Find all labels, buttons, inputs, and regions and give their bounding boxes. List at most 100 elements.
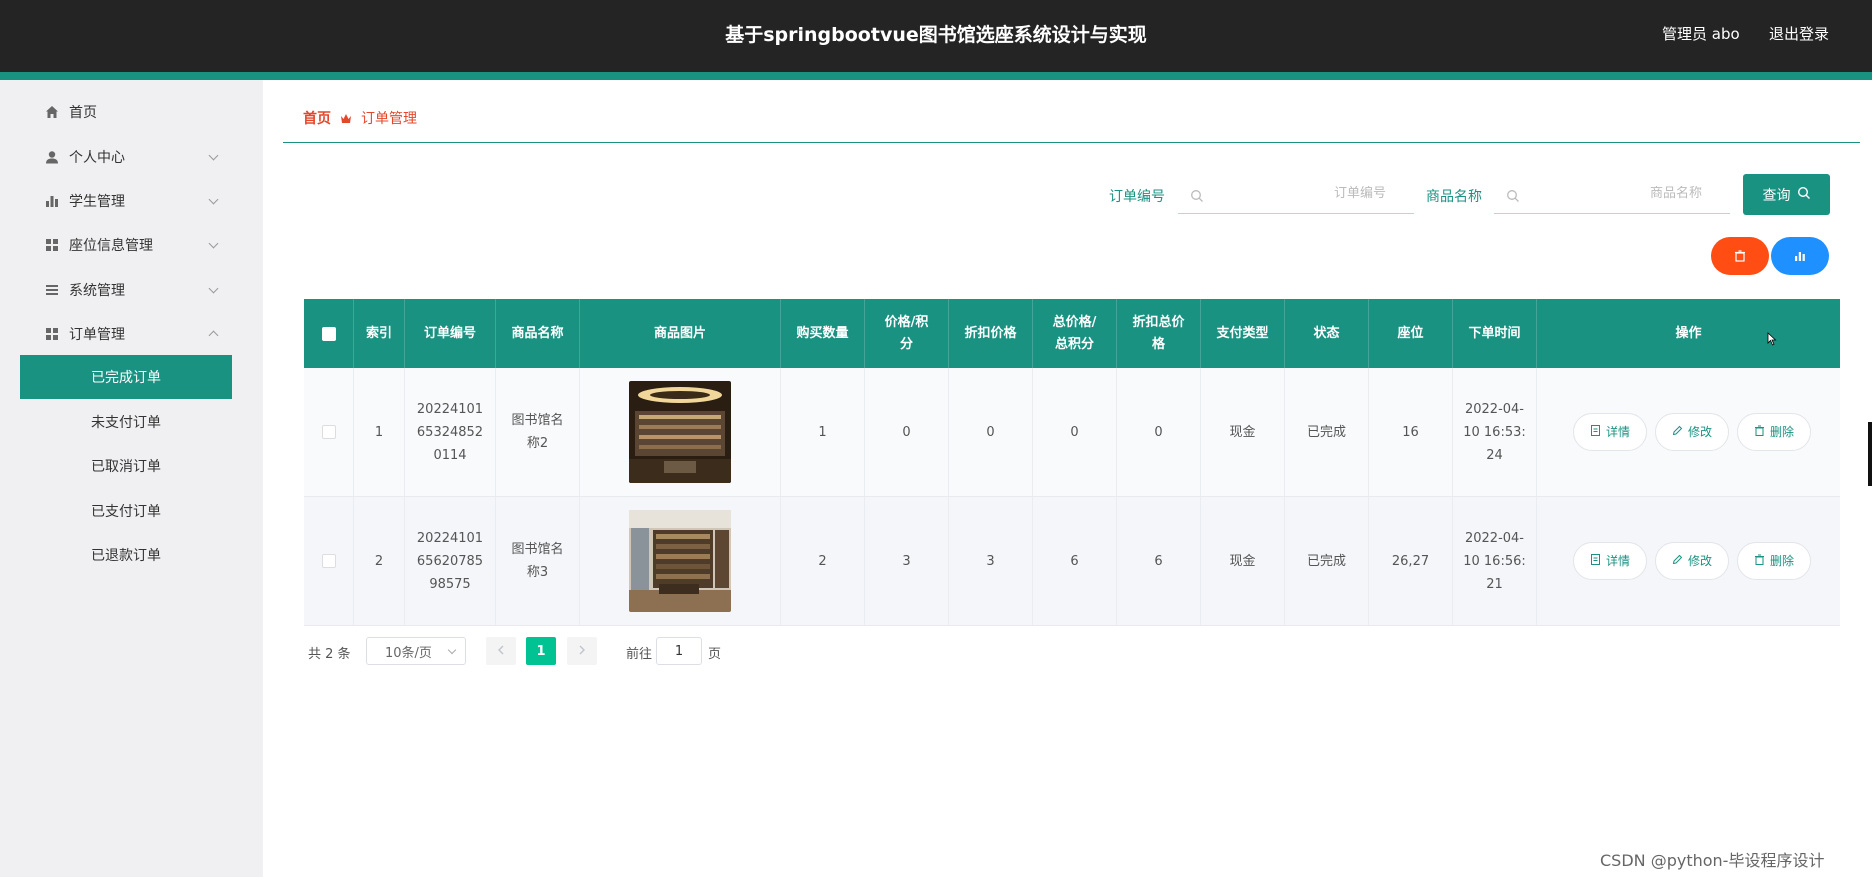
detail-button[interactable]: 详情	[1573, 542, 1647, 580]
list-icon	[44, 282, 60, 298]
document-icon	[1590, 550, 1601, 573]
chevron-down-icon	[208, 283, 219, 294]
cell-discount-price: 0	[949, 368, 1033, 496]
col-discount-total: 折扣总价 格	[1117, 299, 1201, 368]
query-button[interactable]: 查询	[1743, 174, 1830, 215]
delete-button[interactable]: 删除	[1737, 542, 1811, 580]
cell-product-name-line: 图书馆名	[511, 542, 564, 557]
cell-seat: 26,27	[1369, 497, 1453, 625]
delete-button-label: 删除	[1769, 424, 1794, 439]
cell-order-time-line: 10 16:56:	[1463, 553, 1526, 569]
cell-order-time-line: 2022-04-	[1464, 530, 1524, 546]
row-checkbox[interactable]	[321, 425, 336, 439]
product-name-field[interactable]	[1494, 176, 1730, 214]
sidebar-subitem-completed-orders[interactable]: 已完成订单	[20, 355, 232, 399]
cell-order-no-line: 65324852	[416, 424, 484, 440]
breadcrumb-home[interactable]: 首页	[303, 108, 331, 128]
next-page-button[interactable]	[567, 637, 597, 665]
row-checkbox[interactable]	[321, 554, 336, 568]
cell-actions: 详情 修改 删除	[1537, 368, 1840, 496]
sidebar-item-orders[interactable]: 订单管理	[0, 312, 263, 356]
sidebar-item-seats[interactable]: 座位信息管理	[0, 223, 263, 267]
col-pay-type: 支付类型	[1201, 299, 1285, 368]
prev-page-button[interactable]	[486, 637, 516, 665]
trash-icon	[1734, 247, 1746, 266]
sidebar-item-home[interactable]: 首页	[0, 90, 263, 134]
scrollbar[interactable]	[1868, 422, 1872, 486]
cell-index: 2	[354, 497, 405, 625]
sidebar-subitem-unpaid-orders[interactable]: 未支付订单	[20, 400, 232, 444]
edit-button-label: 修改	[1687, 424, 1712, 439]
cell-discount-price: 3	[949, 497, 1033, 625]
cell-order-no-line: 65620785	[416, 553, 484, 569]
table-row: 2 20224101 65620785 98575 图书馆名 称3 2 3 3 …	[304, 497, 1840, 626]
select-all-checkbox-cell[interactable]	[304, 299, 354, 368]
col-discount-total-line: 格	[1151, 336, 1165, 352]
product-name-input[interactable]	[1582, 186, 1702, 201]
sidebar-subitem-cancelled-orders[interactable]: 已取消订单	[20, 444, 232, 488]
page-size-select[interactable]: 10条/页	[366, 637, 466, 665]
cell-quantity: 1	[781, 368, 865, 496]
trash-icon	[1754, 421, 1765, 444]
cell-order-no-line: 0114	[433, 447, 467, 463]
delete-button[interactable]: 删除	[1737, 413, 1811, 451]
goto-label: 前往	[626, 647, 653, 662]
cell-order-no-line: 20224101	[416, 401, 484, 417]
sidebar-item-label: 系统管理	[69, 283, 125, 299]
sidebar-item-students[interactable]: 学生管理	[0, 179, 263, 223]
search-icon	[1797, 186, 1811, 204]
edit-button[interactable]: 修改	[1655, 542, 1729, 580]
logout-link[interactable]: 退出登录	[1769, 23, 1829, 44]
row-checkbox-cell[interactable]	[304, 497, 354, 625]
col-status: 状态	[1285, 299, 1369, 368]
col-total-line: 总价格/	[1052, 314, 1097, 330]
cell-quantity: 2	[781, 497, 865, 625]
detail-button[interactable]: 详情	[1573, 413, 1647, 451]
cell-price: 0	[865, 368, 949, 496]
sidebar-item-label: 订单管理	[69, 327, 125, 343]
col-price-line: 分	[899, 336, 913, 352]
batch-delete-button[interactable]	[1711, 237, 1769, 275]
order-number-field[interactable]	[1178, 176, 1414, 214]
search-icon	[1190, 188, 1204, 207]
cell-total: 0	[1033, 368, 1117, 496]
row-checkbox-cell[interactable]	[304, 368, 354, 496]
pencil-icon	[1672, 550, 1683, 573]
watermark: CSDN @python-毕设程序设计	[1600, 851, 1825, 870]
sidebar: 首页 个人中心 学生管理 座位信息管理 系统管理 订单管理 已完成订单 未支付订…	[0, 80, 263, 877]
goto-page-input[interactable]	[656, 637, 702, 665]
table-header: 索引 订单编号 商品名称 商品图片 购买数量 价格/积 分 折扣价格 总价格/ …	[304, 299, 1840, 368]
col-actions: 操作	[1675, 325, 1702, 341]
sidebar-item-label: 首页	[69, 105, 97, 121]
home-icon	[44, 104, 60, 120]
statistics-button[interactable]	[1771, 237, 1829, 275]
cell-price: 3	[865, 497, 949, 625]
cell-product-image	[580, 368, 781, 496]
sidebar-item-system[interactable]: 系统管理	[0, 268, 263, 312]
sidebar-subitem-paid-orders[interactable]: 已支付订单	[20, 489, 232, 533]
cell-product-image	[580, 497, 781, 625]
sidebar-subitem-refunded-orders[interactable]: 已退款订单	[20, 533, 232, 577]
chevron-down-icon	[208, 238, 219, 249]
cell-index: 1	[354, 368, 405, 496]
sidebar-item-profile[interactable]: 个人中心	[0, 135, 263, 179]
cell-order-no-line: 20224101	[416, 530, 484, 546]
product-image[interactable]	[629, 510, 731, 612]
col-discount-total-line: 折扣总价	[1132, 314, 1185, 330]
cell-order-no-line: 98575	[429, 576, 471, 592]
cell-seat: 16	[1369, 368, 1453, 496]
top-header: 基于springbootvue图书馆选座系统设计与实现 管理员 abo 退出登录	[0, 0, 1872, 72]
col-order-time: 下单时间	[1453, 299, 1537, 368]
chevron-down-icon	[447, 645, 457, 655]
sidebar-item-label: 座位信息管理	[69, 238, 153, 254]
product-image[interactable]	[629, 381, 731, 483]
select-all-checkbox[interactable]	[321, 326, 336, 341]
order-number-input[interactable]	[1266, 186, 1386, 201]
edit-button[interactable]: 修改	[1655, 413, 1729, 451]
page-number-current[interactable]: 1	[526, 637, 556, 665]
sidebar-subitem-label: 未支付订单	[91, 415, 161, 431]
col-product-name: 商品名称	[496, 299, 580, 368]
admin-label: 管理员 abo	[1662, 25, 1740, 43]
pagination-total: 共 2 条	[308, 647, 351, 662]
col-product-image: 商品图片	[580, 299, 781, 368]
